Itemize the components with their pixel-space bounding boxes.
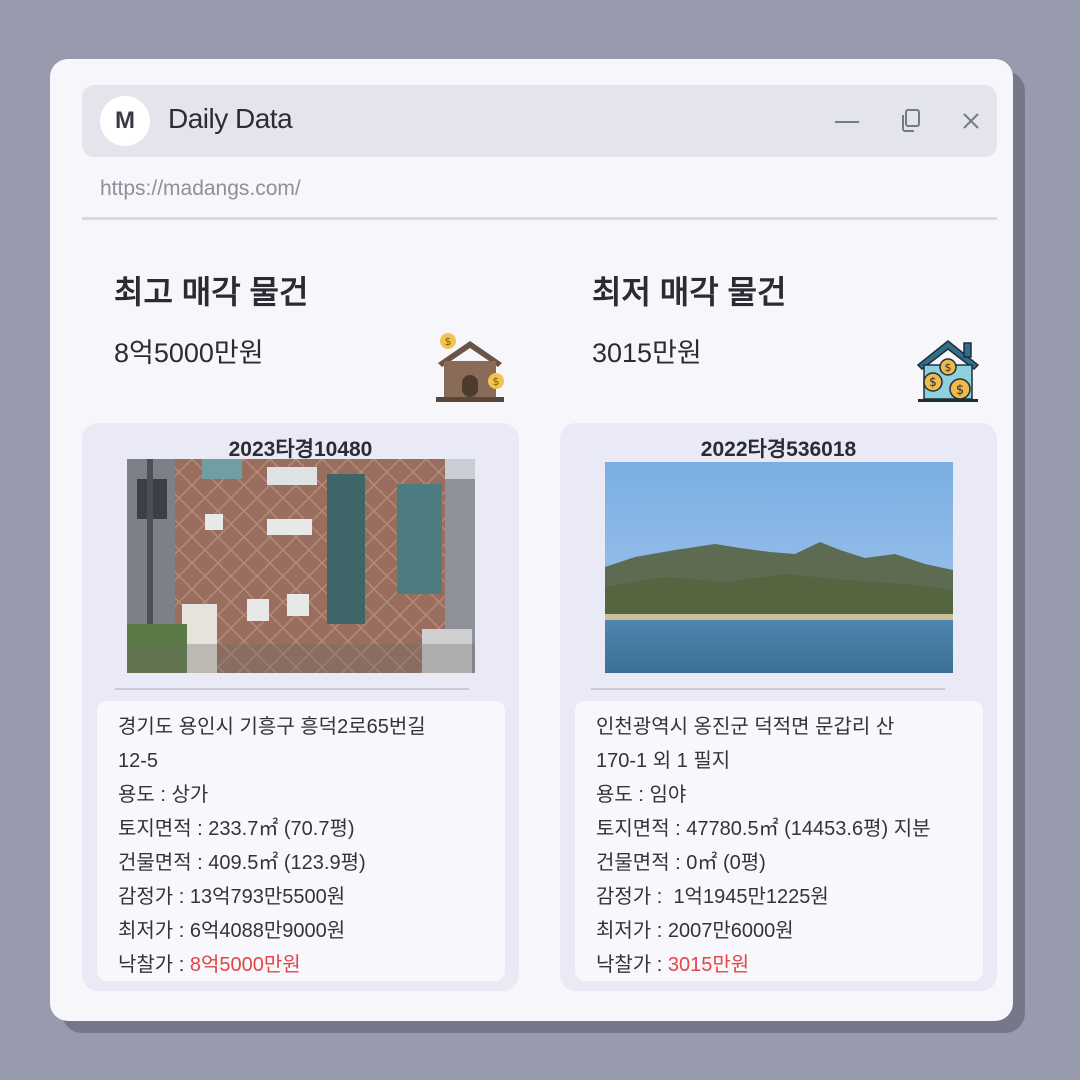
browser-window: M Daily Data https://madangs.com/ 최고 매각 … — [50, 59, 1013, 1021]
minimum-price-row: 최저가 : 2007만6000원 — [596, 914, 983, 948]
lowest-title: 최저 매각 물건 — [592, 274, 787, 310]
building-area-label: 건물면적 : — [596, 852, 687, 874]
copy-icon[interactable] — [895, 105, 927, 137]
minimize-icon[interactable] — [831, 105, 863, 137]
header-divider — [82, 217, 997, 220]
winning-bid-label: 낙찰가 : — [596, 954, 668, 976]
winning-bid-row: 낙찰가 : 8억5000만원 — [118, 948, 505, 982]
building-area-value: 409.5㎡ (123.9평) — [208, 852, 366, 874]
building-area-label: 건물면적 : — [118, 852, 209, 874]
house-coins-icon: $ $ $ — [916, 337, 980, 408]
minimum-price-label: 최저가 : — [596, 920, 668, 942]
building-area-row: 건물면적 : 0㎡ (0평) — [596, 846, 983, 880]
property-info: 경기도 용인시 기흥구 흥덕2로65번길 12-5 용도 : 상가 토지면적 :… — [97, 701, 505, 981]
address-line-2: 170-1 외 1 필지 — [596, 750, 731, 772]
usage-row: 용도 : 상가 — [118, 778, 505, 812]
app-avatar[interactable]: M — [100, 96, 150, 146]
brick-building-photo — [127, 459, 475, 673]
title-bar: M Daily Data — [82, 85, 997, 157]
appraisal-label: 감정가 : — [596, 886, 674, 908]
winning-bid-value: 8억5000만원 — [189, 954, 301, 976]
appraisal-value: 1억1945만1225원 — [673, 886, 829, 908]
usage-value: 임야 — [649, 784, 687, 806]
minimum-price-label: 최저가 : — [118, 920, 190, 942]
svg-text:$: $ — [956, 383, 964, 398]
building-area-value: 0㎡ (0평) — [686, 852, 766, 874]
minimum-price-value: 6억4088만9000원 — [189, 920, 346, 942]
svg-text:$: $ — [445, 335, 452, 348]
card-divider — [115, 688, 469, 690]
svg-text:$: $ — [493, 375, 500, 388]
property-info: 인천광역시 옹진군 덕적면 문갑리 산 170-1 외 1 필지 용도 : 임야… — [575, 701, 983, 981]
land-area-label: 토지면적 : — [118, 818, 209, 840]
land-area-row: 토지면적 : 47780.5㎡ (14453.6평) 지분 — [596, 812, 983, 846]
case-number: 2022타경536018 — [700, 438, 857, 461]
land-area-value: 47780.5㎡ (14453.6평) 지분 — [686, 818, 931, 840]
usage-label: 용도 : — [118, 784, 172, 806]
winning-bid-label: 낙찰가 : — [118, 954, 190, 976]
appraisal-row: 감정가 : 1억1945만1225원 — [596, 880, 983, 914]
svg-text:$: $ — [945, 361, 952, 374]
usage-row: 용도 : 임야 — [596, 778, 983, 812]
url-bar[interactable]: https://madangs.com/ — [100, 177, 301, 201]
minimum-price-value: 2007만6000원 — [667, 920, 794, 942]
close-icon[interactable] — [955, 105, 987, 137]
highest-title: 최고 매각 물건 — [114, 274, 309, 310]
land-area-label: 토지면적 : — [596, 818, 687, 840]
app-title: Daily Data — [168, 103, 293, 134]
building-area-row: 건물면적 : 409.5㎡ (123.9평) — [118, 846, 505, 880]
appraisal-value: 13억793만5500원 — [189, 886, 346, 908]
appraisal-label: 감정가 : — [118, 886, 190, 908]
address-line-2: 12-5 — [118, 750, 159, 772]
highest-property-card[interactable]: 2023타경10480 경기도 용인시 기흥구 흥덕2로65번길 12-5 용도… — [82, 423, 519, 991]
svg-text:$: $ — [929, 375, 937, 389]
usage-label: 용도 : — [596, 784, 650, 806]
mountain-sea-photo — [605, 462, 953, 673]
house-money-icon: $ $ — [432, 331, 508, 410]
address-line-1: 경기도 용인시 기흥구 흥덕2로65번길 — [118, 716, 426, 738]
winning-bid-value: 3015만원 — [667, 954, 750, 976]
land-area-row: 토지면적 : 233.7㎡ (70.7평) — [118, 812, 505, 846]
appraisal-row: 감정가 : 13억793만5500원 — [118, 880, 505, 914]
lowest-property-card[interactable]: 2022타경536018 인천광역시 옹진군 덕적면 문갑리 산 170-1 외… — [560, 423, 997, 991]
address-line-1: 인천광역시 옹진군 덕적면 문갑리 산 — [596, 716, 895, 738]
land-area-value: 233.7㎡ (70.7평) — [208, 818, 355, 840]
minimum-price-row: 최저가 : 6억4088만9000원 — [118, 914, 505, 948]
card-divider — [591, 688, 945, 690]
usage-value: 상가 — [171, 784, 209, 806]
winning-bid-row: 낙찰가 : 3015만원 — [596, 948, 983, 982]
